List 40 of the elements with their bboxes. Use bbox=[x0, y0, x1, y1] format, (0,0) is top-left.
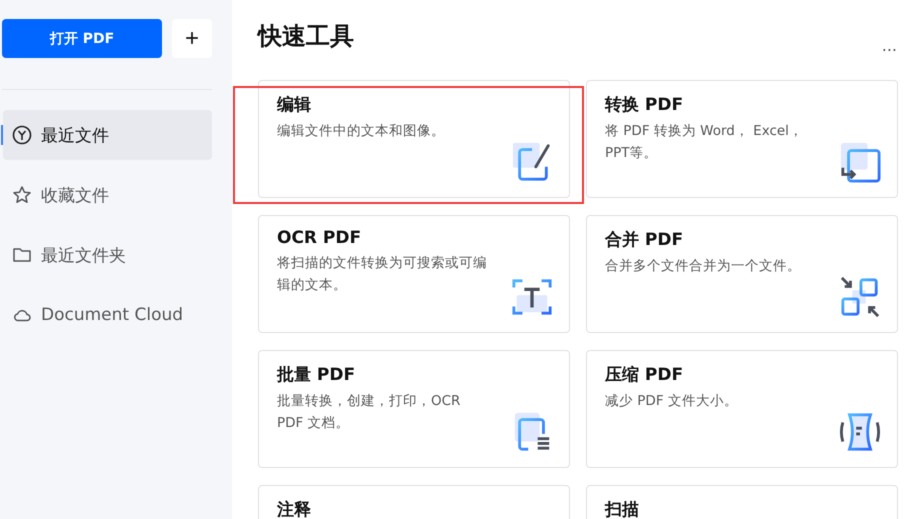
section-title: 快速工具 bbox=[258, 21, 354, 52]
tool-card[interactable]: 压缩 PDF 减少 PDF 文件大小。 bbox=[586, 350, 898, 468]
tool-title: 注释 bbox=[277, 499, 312, 519]
sidebar-item-label: 最近文件夹 bbox=[41, 244, 126, 266]
tool-description: 将 PDF 转换为 Word， Excel，PPT等。 bbox=[605, 122, 804, 163]
add-button[interactable]: + bbox=[172, 19, 212, 58]
sidebar-item-label: Document Cloud bbox=[41, 305, 184, 325]
tool-title: 压缩 PDF bbox=[605, 364, 684, 386]
star-icon bbox=[12, 185, 32, 205]
tool-card[interactable]: 转换 PDF 将 PDF 转换为 Word， Excel，PPT等。 bbox=[586, 80, 898, 198]
open-pdf-button[interactable]: 打开 PDF bbox=[2, 19, 162, 58]
tool-description: 减少 PDF 文件大小。 bbox=[605, 392, 739, 411]
sidebar-item[interactable]: 最近文件 bbox=[3, 110, 212, 160]
sidebar-item[interactable]: 收藏文件 bbox=[3, 170, 212, 220]
tool-title: 转换 PDF bbox=[605, 94, 684, 116]
convert-icon bbox=[839, 141, 881, 183]
tool-card[interactable]: 批量 PDF 批量转换，创建，打印，OCR PDF 文档。 bbox=[258, 350, 570, 468]
tool-title: OCR PDF bbox=[277, 228, 362, 248]
tool-title: 扫描 bbox=[605, 499, 640, 519]
tool-description: 批量转换，创建，打印，OCR PDF 文档。 bbox=[277, 392, 462, 433]
tool-title: 批量 PDF bbox=[277, 364, 356, 386]
sidebar-item-label: 最近文件 bbox=[41, 124, 109, 146]
tool-description: 将扫描的文件转换为可搜索或可编辑的文本。 bbox=[277, 254, 488, 295]
tool-description: 合并多个文件合并为一个文件。 bbox=[605, 257, 802, 276]
tool-title: 合并 PDF bbox=[605, 229, 684, 251]
clock-icon bbox=[12, 125, 32, 145]
sidebar-item[interactable]: 最近文件夹 bbox=[3, 230, 212, 280]
sidebar-item-label: 收藏文件 bbox=[41, 184, 109, 206]
compress-icon bbox=[839, 411, 881, 453]
tool-card[interactable]: 注释 bbox=[258, 485, 570, 519]
tool-card[interactable]: 编辑 编辑文件中的文本和图像。 bbox=[258, 80, 570, 198]
tool-description: 编辑文件中的文本和图像。 bbox=[277, 122, 446, 141]
sidebar-item[interactable]: Document Cloud bbox=[3, 290, 212, 340]
tool-card[interactable]: OCR PDF 将扫描的文件转换为可搜索或可编辑的文本。 bbox=[258, 215, 570, 333]
more-menu[interactable]: ... bbox=[882, 36, 897, 54]
tool-title: 编辑 bbox=[277, 94, 312, 116]
tool-card[interactable]: 合并 PDF 合并多个文件合并为一个文件。 bbox=[586, 215, 898, 333]
merge-icon bbox=[839, 276, 881, 318]
selection-indicator bbox=[1, 125, 3, 145]
tool-card[interactable]: 扫描 bbox=[586, 485, 898, 519]
